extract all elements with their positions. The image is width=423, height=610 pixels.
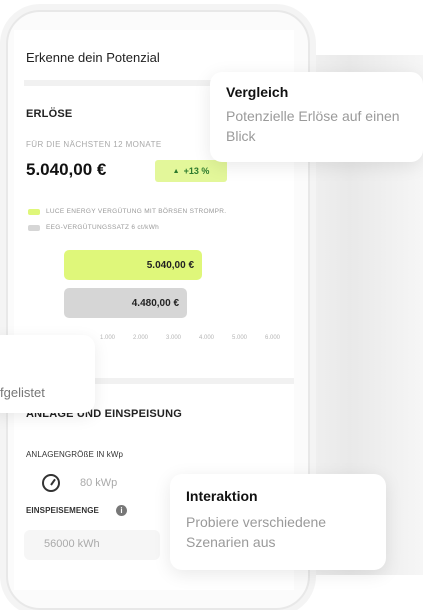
callout-card-left — [0, 335, 95, 413]
revenue-caption: FÜR DIE NÄCHSTEN 12 MONATE — [26, 140, 162, 149]
feed-in-label: EINSPEISEMENGE — [26, 506, 99, 515]
bar-eeg: 4.480,00 € — [64, 288, 187, 318]
callout-card-compare: Vergleich Potenzielle Erlöse auf einen B… — [210, 72, 423, 162]
x-tick-label: 4.000 — [199, 335, 215, 341]
callout-compare-body: Potenzielle Erlöse auf einen Blick — [226, 108, 400, 144]
feed-in-value: 56000 kWh — [44, 538, 100, 550]
legend-swatch-luce — [28, 208, 40, 215]
revenue-heading: ERLÖSE — [26, 108, 73, 120]
legend-label: LUCE ENERGY VERGÜTUNG MIT BÖRSEN STROMPR… — [46, 208, 227, 215]
callout-card-interaction: Interaktion Probiere verschiedene Szenar… — [170, 474, 386, 570]
x-tick-label: 6.000 — [265, 335, 281, 341]
revenue-total: 5.040,00 € — [26, 160, 107, 179]
system-size-label: ANLAGENGRÖßE IN kWp — [26, 450, 124, 459]
x-tick-label: 1.000 — [100, 335, 116, 341]
bar-value-label: 4.480,00 € — [131, 297, 179, 309]
growth-badge: ▲ +13 % — [155, 160, 227, 182]
system-size-value[interactable]: 80 kWp — [80, 477, 117, 489]
x-tick-label: 5.000 — [232, 335, 248, 341]
bar-luce: 5.040,00 € — [64, 250, 202, 280]
callout-left-text: fgelistet — [0, 385, 45, 400]
x-tick-label: 2.000 — [133, 335, 149, 341]
legend-label: EEG-VERGÜTUNGSSATZ 6 ct/kWh — [46, 224, 160, 231]
legend-item: EEG-VERGÜTUNGSSATZ 6 ct/kWh — [28, 224, 159, 231]
growth-value: +13 % — [183, 166, 210, 176]
callout-interaction-body: Probiere verschiedene Szenarien aus — [186, 514, 327, 550]
legend-swatch-eeg — [28, 224, 40, 231]
x-tick-label: 3.000 — [166, 335, 182, 341]
legend-item: LUCE ENERGY VERGÜTUNG MIT BÖRSEN STROMPR… — [28, 208, 226, 215]
gauge-icon — [42, 474, 60, 492]
screen-title: Erkenne dein Potenzial — [26, 50, 160, 65]
callout-interaction-title: Interaktion — [186, 488, 258, 504]
bar-value-label: 5.040,00 € — [146, 259, 194, 271]
arrow-up-icon: ▲ — [172, 167, 180, 175]
info-icon[interactable]: i — [116, 505, 127, 516]
callout-compare-title: Vergleich — [226, 84, 289, 100]
